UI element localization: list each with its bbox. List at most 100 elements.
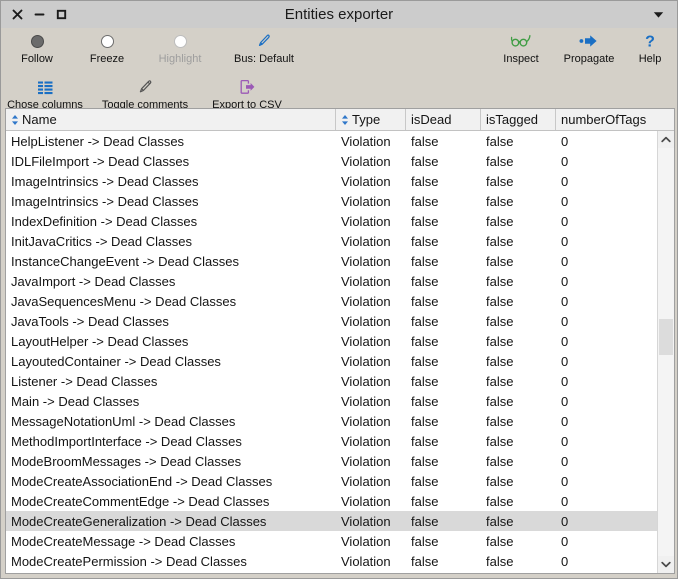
table-row[interactable]: LayoutHelper -> Dead Classes Violation fal… xyxy=(6,331,674,351)
cell-istagged: false xyxy=(486,193,514,209)
table-row[interactable]: ModeBroomMessages -> Dead Classes Violati… xyxy=(6,451,674,471)
column-header-istagged[interactable]: isTagged xyxy=(481,109,556,130)
table-row[interactable]: ModeCreateAssociationEnd -> Dead Classes… xyxy=(6,471,674,491)
cell-name: IDLFileImport -> Dead Classes xyxy=(11,153,190,169)
cell-type: Violation xyxy=(341,293,391,309)
radio-unselected-icon xyxy=(100,30,114,52)
cell-isdead: false xyxy=(411,513,439,529)
column-header-type[interactable]: Type xyxy=(336,109,406,130)
cell-type: Violation xyxy=(341,433,391,449)
cell-isdead: false xyxy=(411,473,439,489)
scrollbar-thumb[interactable] xyxy=(659,319,673,355)
table-row[interactable]: HelpListener -> Dead Classes Violation fal… xyxy=(6,131,674,151)
cell-name: InstanceChangeEvent -> Dead Classes xyxy=(11,253,239,269)
help-button[interactable]: ? Help xyxy=(633,30,667,66)
cell-type: Violation xyxy=(341,193,391,209)
table-row[interactable]: IndexDefinition -> Dead Classes Violation… xyxy=(6,211,674,231)
cell-isdead: false xyxy=(411,433,439,449)
cell-isdead: false xyxy=(411,193,439,209)
sort-indicator-icon xyxy=(341,114,349,126)
table-row[interactable]: LayoutedContainer -> Dead Classes Violati… xyxy=(6,351,674,371)
column-header-numberoftags[interactable]: numberOfTags xyxy=(556,109,674,130)
close-icon[interactable] xyxy=(11,8,24,21)
cell-isdead: false xyxy=(411,453,439,469)
cell-istagged: false xyxy=(486,493,514,509)
cell-isdead: false xyxy=(411,153,439,169)
cell-isdead: false xyxy=(411,553,439,569)
table-row[interactable]: ModeCreateCommentEdge -> Dead Classes Vio… xyxy=(6,491,674,511)
cell-name: ModeCreateCommentEdge -> Dead Classes xyxy=(11,493,270,509)
cell-name: ModeCreateMessage -> Dead Classes xyxy=(11,533,236,549)
table-row[interactable]: ImageIntrinsics -> Dead Classes Violation… xyxy=(6,191,674,211)
chevron-down-icon[interactable] xyxy=(651,8,665,22)
cell-istagged: false xyxy=(486,553,514,569)
highlight-button[interactable]: Highlight xyxy=(149,30,211,65)
cell-name: JavaTools -> Dead Classes xyxy=(11,313,169,329)
toolbar-action-group: Inspect Propagate ? Help xyxy=(497,30,667,66)
table-row[interactable]: MethodImportInterface -> Dead Classes Vio… xyxy=(6,431,674,451)
cell-name: ModeCreateGeneralization -> Dead Classes xyxy=(11,513,267,529)
chose-columns-button[interactable]: Chose columns xyxy=(5,76,85,111)
table-row[interactable]: InitJavaCritics -> Dead Classes Violation… xyxy=(6,231,674,251)
cell-type: Violation xyxy=(341,253,391,269)
table-row[interactable]: JavaTools -> Dead Classes Violation false f… xyxy=(6,311,674,331)
window-controls xyxy=(1,8,68,21)
title-bar: Entities exporter xyxy=(1,1,677,28)
column-header-isdead-label: isDead xyxy=(411,112,452,127)
sort-indicator-icon xyxy=(11,114,19,126)
export-arrow-icon xyxy=(239,76,256,98)
cell-name: InitJavaCritics -> Dead Classes xyxy=(11,233,192,249)
table-row[interactable]: ModeCreateGeneralization -> Dead Classes… xyxy=(6,511,674,531)
column-header-isdead[interactable]: isDead xyxy=(406,109,481,130)
propagate-button[interactable]: Propagate xyxy=(559,30,619,65)
cell-name: JavaSequencesMenu -> Dead Classes xyxy=(11,293,237,309)
table-row[interactable]: JavaImport -> Dead Classes Violation false… xyxy=(6,271,674,291)
columns-icon xyxy=(37,76,54,98)
cell-istagged: false xyxy=(486,153,514,169)
cell-type: Violation xyxy=(341,313,391,329)
table-body: HelpListener -> Dead Classes Violation fal… xyxy=(6,131,674,573)
vertical-scrollbar[interactable] xyxy=(657,131,674,573)
entities-exporter-window: Entities exporter Follow Freeze Highligh… xyxy=(0,0,678,579)
cell-type: Violation xyxy=(341,233,391,249)
cell-name: ImageIntrinsics -> Dead Classes xyxy=(11,173,199,189)
cell-isdead: false xyxy=(411,413,439,429)
toggle-comments-button[interactable]: Toggle comments xyxy=(97,76,193,111)
inspect-button[interactable]: Inspect xyxy=(497,30,545,65)
cell-type: Violation xyxy=(341,393,391,409)
minimize-icon[interactable] xyxy=(33,8,46,21)
bus-default-button[interactable]: Bus: Default xyxy=(227,30,301,65)
cell-istagged: false xyxy=(486,393,514,409)
table-row[interactable]: JavaSequencesMenu -> Dead Classes Violati… xyxy=(6,291,674,311)
window-title: Entities exporter xyxy=(284,6,394,23)
table-row[interactable]: ModeCreatePermission -> Dead Classes Viol… xyxy=(6,551,674,571)
svg-text:?: ? xyxy=(645,34,655,51)
freeze-button[interactable]: Freeze xyxy=(81,30,133,65)
cell-type: Violation xyxy=(341,153,391,169)
inspect-label: Inspect xyxy=(503,53,539,65)
cell-type: Violation xyxy=(341,493,391,509)
cell-istagged: false xyxy=(486,293,514,309)
table-row[interactable]: ImageIntrinsics -> Dead Classes Violation… xyxy=(6,171,674,191)
toolbar-table-group: Chose columns Toggle comments Export to … xyxy=(1,76,289,111)
cell-name: LayoutedContainer -> Dead Classes xyxy=(11,353,221,369)
cell-type: Violation xyxy=(341,453,391,469)
table-row[interactable]: MessageNotationUml -> Dead Classes Violat… xyxy=(6,411,674,431)
follow-button[interactable]: Follow xyxy=(9,30,65,65)
cell-name: Listener -> Dead Classes xyxy=(11,373,158,389)
table-row[interactable]: Main -> Dead Classes Violation false false 0 xyxy=(6,391,674,411)
table-row[interactable]: InstanceChangeEvent -> Dead Classes Viola… xyxy=(6,251,674,271)
cell-name: JavaImport -> Dead Classes xyxy=(11,273,176,289)
cell-type: Violation xyxy=(341,373,391,389)
table-row[interactable]: IDLFileImport -> Dead Classes Violation fa… xyxy=(6,151,674,171)
column-header-name[interactable]: Name xyxy=(6,109,336,130)
scroll-up-icon[interactable] xyxy=(658,131,674,148)
cell-isdead: false xyxy=(411,173,439,189)
cell-type: Violation xyxy=(341,273,391,289)
table-row[interactable]: ModeCreateMessage -> Dead Classes Violati… xyxy=(6,531,674,551)
maximize-icon[interactable] xyxy=(55,8,68,21)
export-to-csv-button[interactable]: Export to CSV xyxy=(205,76,289,111)
table-row[interactable]: Listener -> Dead Classes Violation false fa… xyxy=(6,371,674,391)
propagate-label: Propagate xyxy=(563,53,615,65)
scroll-down-icon[interactable] xyxy=(658,556,674,573)
